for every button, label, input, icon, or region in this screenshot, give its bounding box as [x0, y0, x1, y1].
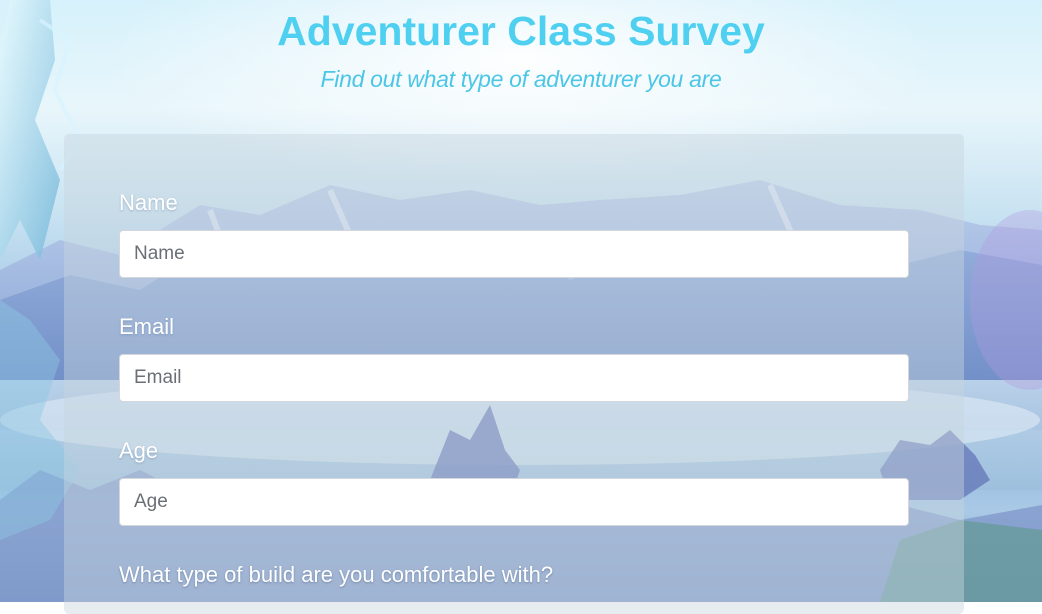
build-question-label: What type of build are you comfortable w… — [119, 562, 554, 587]
email-label: Email — [119, 314, 175, 339]
age-input[interactable] — [119, 478, 909, 526]
email-input[interactable] — [119, 354, 909, 402]
age-label: Age — [119, 438, 159, 463]
name-input[interactable] — [119, 230, 909, 278]
name-label: Name — [119, 190, 178, 215]
page-title: Adventurer Class Survey — [277, 8, 765, 54]
page-subtitle: Find out what type of adventurer you are — [320, 66, 722, 92]
